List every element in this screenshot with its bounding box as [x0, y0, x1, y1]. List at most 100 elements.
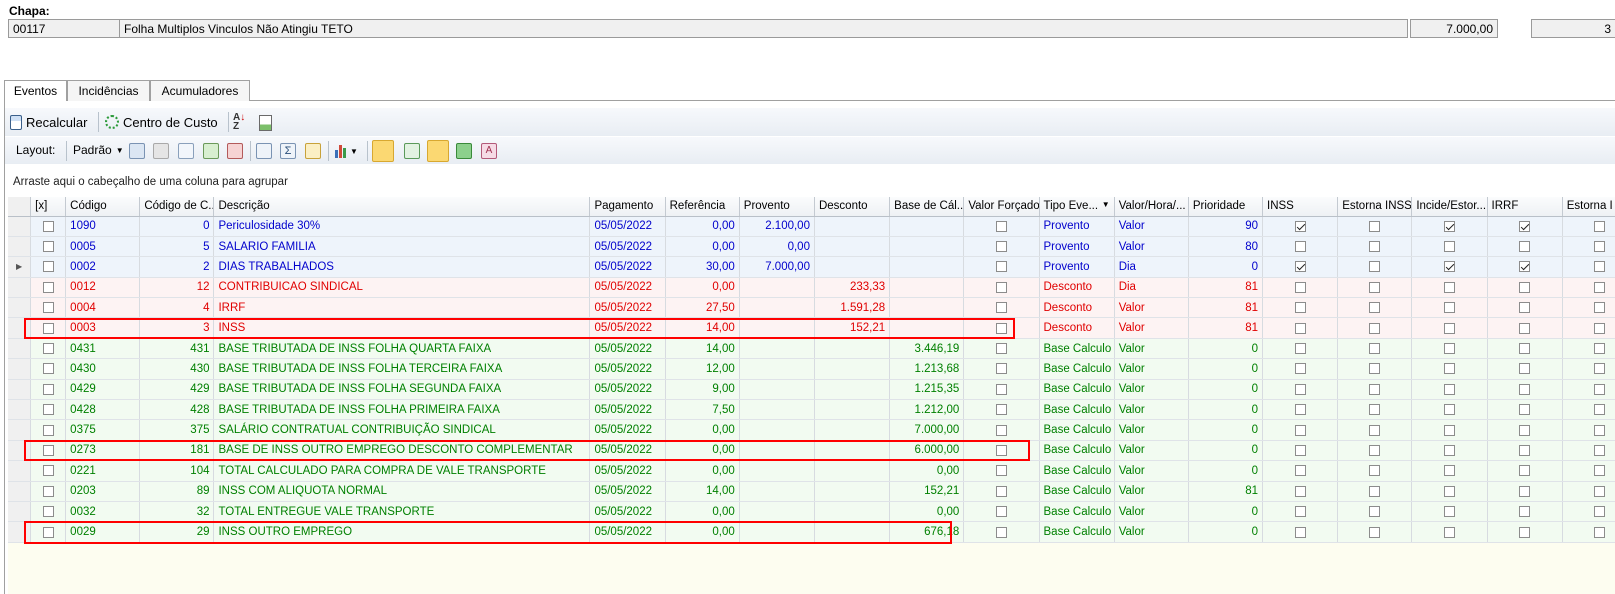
incide-estorna-cell[interactable] — [1411, 419, 1488, 441]
row-select-cell[interactable] — [30, 460, 67, 482]
irrf-checkbox[interactable] — [1519, 383, 1531, 395]
valor-forcado-checkbox[interactable] — [995, 526, 1007, 538]
provento-cell[interactable] — [739, 379, 815, 401]
layout-copy-icon[interactable] — [153, 143, 169, 159]
chart-button[interactable]: ▼ — [335, 139, 358, 163]
codigo-cell[interactable]: 0005 — [65, 236, 141, 258]
row-select-checkbox[interactable] — [42, 363, 54, 375]
table-row[interactable]: 0004 4 IRRF 05/05/2022 27,50 1.591,28 Desconto… — [8, 297, 1615, 319]
tipo-evento-cell[interactable]: Base Calculo — [1039, 419, 1115, 441]
layout-save-icon[interactable] — [129, 143, 145, 159]
incide-estorna-cell[interactable] — [1411, 216, 1488, 237]
referencia-cell[interactable]: 27,50 — [665, 297, 740, 319]
estorna-inss-checkbox[interactable] — [1369, 404, 1381, 416]
row-select-checkbox[interactable] — [42, 485, 54, 497]
layout-list-icon[interactable] — [178, 143, 194, 159]
estorna-irrf-cell[interactable] — [1562, 440, 1615, 462]
codigo-calculo-cell[interactable]: 181 — [139, 440, 215, 462]
incide-estorna-cell[interactable] — [1411, 521, 1488, 543]
valor-forcado-cell[interactable] — [963, 481, 1040, 502]
recalcular-button[interactable]: Recalcular — [10, 110, 87, 134]
column-header-estorna-inss[interactable]: Estorna INSS — [1337, 197, 1413, 217]
valor-forcado-checkbox[interactable] — [995, 261, 1007, 273]
valor-forcado-cell[interactable] — [963, 317, 1040, 339]
valor-hora-cell[interactable]: Valor — [1114, 236, 1189, 258]
incide-estorna-checkbox[interactable] — [1443, 485, 1455, 497]
codigo-calculo-cell[interactable]: 428 — [139, 399, 215, 421]
codigo-cell[interactable]: 0032 — [65, 501, 141, 523]
incide-estorna-checkbox[interactable] — [1443, 383, 1455, 395]
row-indicator[interactable]: ▶ — [8, 256, 32, 278]
codigo-cell[interactable]: 0029 — [65, 521, 141, 543]
descricao-cell[interactable]: SALARIO FAMILIA — [213, 236, 591, 258]
tipo-evento-cell[interactable]: Desconto — [1039, 297, 1115, 319]
desconto-cell[interactable]: 233,33 — [814, 277, 891, 299]
estorna-irrf-checkbox[interactable] — [1594, 506, 1606, 518]
valor-forcado-cell[interactable] — [963, 236, 1040, 258]
incide-estorna-cell[interactable] — [1411, 379, 1488, 401]
tipo-evento-cell[interactable]: Desconto — [1039, 317, 1115, 339]
prioridade-cell[interactable]: 0 — [1188, 256, 1264, 278]
base-calculo-cell[interactable]: 676,18 — [889, 521, 965, 543]
group-by-hint[interactable]: Arraste aqui o cabeçalho de uma coluna p… — [13, 176, 288, 188]
export-button[interactable] — [259, 111, 272, 135]
incide-estorna-cell[interactable] — [1411, 338, 1488, 360]
prioridade-cell[interactable]: 0 — [1188, 358, 1264, 380]
pagamento-cell[interactable]: 05/05/2022 — [589, 216, 666, 237]
row-select-checkbox[interactable] — [42, 220, 54, 232]
prioridade-cell[interactable]: 0 — [1188, 521, 1264, 543]
provento-cell[interactable] — [739, 419, 815, 441]
row-select-cell[interactable] — [30, 501, 67, 523]
column-header-valor-forcado[interactable]: Valor Forçado — [963, 197, 1040, 217]
incide-estorna-checkbox[interactable] — [1443, 220, 1455, 232]
chapa-description-field[interactable]: Folha Multiplos Vinculos Não Atingiu TET… — [119, 19, 1408, 38]
base-calculo-cell[interactable] — [889, 297, 965, 319]
prioridade-cell[interactable]: 80 — [1188, 236, 1264, 258]
codigo-calculo-cell[interactable]: 12 — [139, 277, 215, 299]
inss-cell[interactable] — [1262, 297, 1339, 319]
estorna-inss-checkbox[interactable] — [1369, 343, 1381, 354]
valor-forcado-checkbox[interactable] — [995, 506, 1007, 518]
column-header-codigo-calculo[interactable]: Código de C... — [139, 197, 215, 217]
referencia-cell[interactable]: 12,00 — [665, 358, 740, 380]
valor-forcado-checkbox[interactable] — [995, 302, 1007, 314]
tab-acumuladores[interactable]: Acumuladores — [150, 80, 250, 101]
irrf-checkbox[interactable] — [1519, 526, 1531, 538]
inss-cell[interactable] — [1262, 399, 1339, 421]
column-header-provento[interactable]: Provento — [739, 197, 815, 217]
provento-cell[interactable] — [739, 521, 815, 543]
valor-forcado-cell[interactable] — [963, 460, 1040, 482]
estorna-irrf-cell[interactable] — [1562, 256, 1615, 278]
codigo-cell[interactable]: 0203 — [65, 481, 141, 502]
valor-forcado-cell[interactable] — [963, 358, 1040, 380]
estorna-inss-checkbox[interactable] — [1369, 444, 1381, 456]
base-calculo-cell[interactable]: 3.446,19 — [889, 338, 965, 360]
provento-cell[interactable] — [739, 338, 815, 360]
pagamento-cell[interactable]: 05/05/2022 — [589, 440, 666, 462]
row-select-cell[interactable] — [30, 379, 67, 401]
estorna-irrf-cell[interactable] — [1562, 277, 1615, 299]
row-indicator[interactable] — [8, 440, 32, 462]
irrf-cell[interactable] — [1487, 236, 1563, 258]
codigo-cell[interactable]: 0003 — [65, 317, 141, 339]
table-row[interactable]: 0032 32 TOTAL ENTREGUE VALE TRANSPORTE 05/0… — [8, 501, 1615, 523]
inss-checkbox[interactable] — [1294, 363, 1306, 375]
incide-estorna-cell[interactable] — [1411, 297, 1488, 319]
row-indicator[interactable] — [8, 460, 32, 482]
inss-checkbox[interactable] — [1294, 383, 1306, 395]
inss-cell[interactable] — [1262, 358, 1339, 380]
descricao-cell[interactable]: BASE TRIBUTADA DE INSS FOLHA QUARTA FAIX… — [213, 338, 591, 360]
column-header-estorna-irrf[interactable]: Estorna I — [1562, 197, 1615, 217]
inss-cell[interactable] — [1262, 338, 1339, 360]
incide-estorna-cell[interactable] — [1411, 358, 1488, 380]
tipo-evento-cell[interactable]: Base Calculo — [1039, 501, 1115, 523]
estorna-irrf-checkbox[interactable] — [1594, 220, 1606, 232]
row-select-checkbox[interactable] — [42, 383, 54, 395]
pagamento-cell[interactable]: 05/05/2022 — [589, 379, 666, 401]
estorna-irrf-checkbox[interactable] — [1594, 322, 1606, 334]
estorna-irrf-cell[interactable] — [1562, 481, 1615, 502]
irrf-cell[interactable] — [1487, 358, 1563, 380]
valor-forcado-checkbox[interactable] — [995, 363, 1007, 375]
group-panel-toggle-icon[interactable] — [372, 140, 394, 162]
provento-cell[interactable] — [739, 460, 815, 482]
